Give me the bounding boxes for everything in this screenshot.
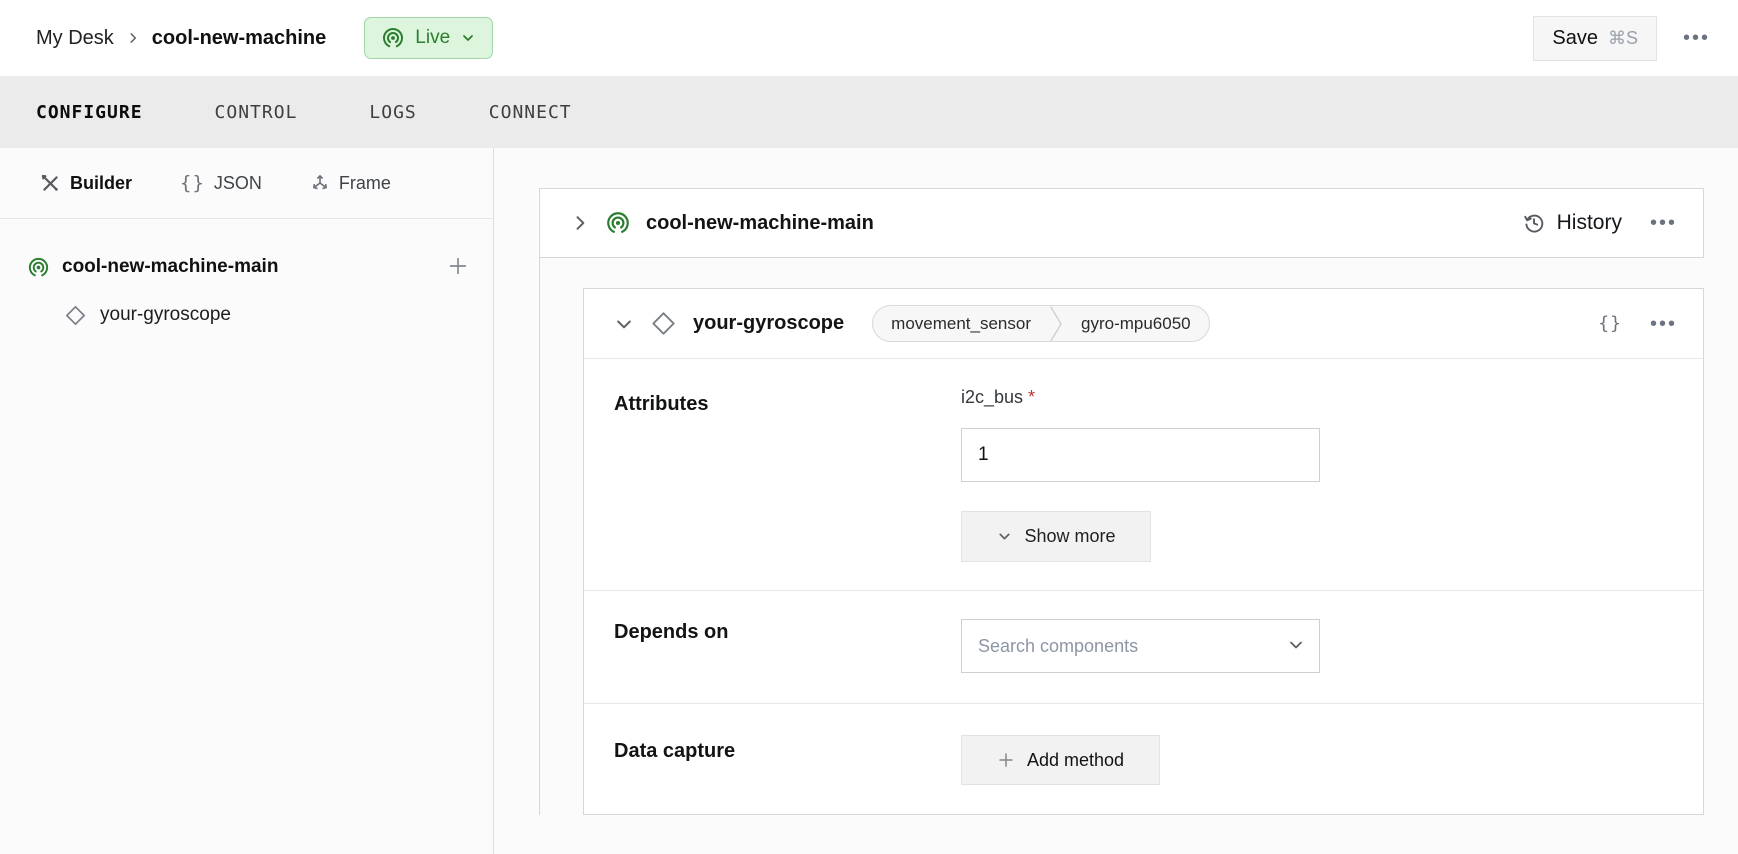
app-header: My Desk cool-new-machine Live Save ⌘S ••… [0, 0, 1738, 76]
show-more-button[interactable]: Show more [961, 511, 1151, 562]
broadcast-icon [27, 256, 50, 279]
component-tree: cool-new-machine-main your-gyroscope [0, 219, 493, 339]
config-sidebar: Builder {} JSON Frame [0, 148, 494, 854]
component-type-tag: movement_sensor [873, 314, 1049, 334]
component-card-menu-icon[interactable]: ••• [1650, 314, 1677, 334]
config-view-switcher: Builder {} JSON Frame [0, 148, 493, 219]
component-model-tag: gyro-mpu6050 [1063, 314, 1209, 334]
part-card-title: cool-new-machine-main [646, 212, 874, 235]
component-card-title: your-gyroscope [693, 312, 844, 335]
tree-component-name: your-gyroscope [100, 304, 231, 326]
machine-status-badge[interactable]: Live [364, 17, 493, 59]
depends-on-label: Depends on [614, 621, 728, 644]
tab-connect[interactable]: CONNECT [489, 102, 572, 123]
view-builder[interactable]: Builder [40, 173, 132, 194]
add-method-label: Add method [1027, 750, 1124, 771]
diamond-icon [650, 310, 677, 337]
tree-part-name: cool-new-machine-main [62, 256, 278, 278]
config-main-area: cool-new-machine-main History ••• [494, 148, 1738, 854]
breadcrumb-current: cool-new-machine [152, 27, 326, 50]
chevron-right-icon [126, 31, 140, 45]
depends-on-section: Depends on [584, 591, 1703, 704]
add-method-button[interactable]: Add method [961, 735, 1160, 785]
tools-icon [40, 173, 61, 194]
plus-icon [997, 751, 1015, 769]
tree-item-machine-part[interactable]: cool-new-machine-main [0, 243, 493, 291]
add-component-icon[interactable] [447, 255, 469, 277]
nesting-guideline [539, 258, 540, 815]
view-json-label: JSON [214, 173, 262, 194]
expand-chevron-icon[interactable] [570, 213, 590, 233]
attributes-section: Attributes i2c_bus* Show more [584, 359, 1703, 591]
breadcrumb-parent-link[interactable]: My Desk [36, 27, 114, 50]
part-card-menu-icon[interactable]: ••• [1650, 213, 1677, 233]
save-shortcut-hint: ⌘S [1608, 28, 1638, 49]
breadcrumb: My Desk cool-new-machine [36, 27, 326, 50]
json-mode-icon[interactable]: {} [1598, 313, 1622, 334]
data-capture-label: Data capture [614, 740, 735, 763]
i2c-bus-field-label: i2c_bus* [961, 387, 1035, 408]
frame-axes-icon [310, 173, 330, 193]
chevron-down-icon [460, 30, 476, 46]
history-icon [1522, 211, 1546, 235]
view-builder-label: Builder [70, 173, 132, 194]
page-tabbar: CONFIGURE CONTROL LOGS CONNECT [0, 76, 1738, 148]
history-label: History [1557, 211, 1622, 235]
save-button[interactable]: Save ⌘S [1533, 16, 1657, 61]
broadcast-icon [605, 210, 631, 236]
view-json[interactable]: {} JSON [180, 172, 262, 194]
i2c-bus-input[interactable] [961, 428, 1320, 482]
braces-icon: {} [180, 172, 205, 194]
attributes-label: Attributes [614, 393, 708, 416]
header-overflow-menu-icon[interactable]: ••• [1683, 28, 1710, 48]
status-label: Live [415, 27, 450, 49]
history-button[interactable]: History [1522, 211, 1622, 235]
chevron-down-icon [996, 528, 1013, 545]
component-type-model-tag: movement_sensor gyro-mpu6050 [872, 305, 1209, 342]
depends-on-search-input[interactable] [961, 619, 1320, 673]
show-more-label: Show more [1024, 526, 1115, 547]
machine-part-card: cool-new-machine-main History ••• [539, 188, 1704, 258]
tab-configure[interactable]: CONFIGURE [36, 102, 143, 123]
view-frame-label: Frame [339, 173, 391, 194]
collapse-chevron-icon[interactable] [614, 314, 634, 334]
tree-item-component[interactable]: your-gyroscope [0, 291, 493, 339]
view-frame[interactable]: Frame [310, 173, 391, 194]
save-button-label: Save [1552, 27, 1598, 50]
tag-divider-chevron-icon [1049, 306, 1063, 342]
required-asterisk: * [1028, 387, 1035, 407]
component-card-header: your-gyroscope movement_sensor gyro-mpu6… [584, 289, 1703, 359]
tab-control[interactable]: CONTROL [215, 102, 298, 123]
diamond-icon [64, 304, 87, 327]
component-card: your-gyroscope movement_sensor gyro-mpu6… [583, 288, 1704, 815]
data-capture-section: Data capture Add method [584, 704, 1703, 816]
broadcast-icon [381, 26, 405, 50]
tab-logs[interactable]: LOGS [369, 102, 416, 123]
